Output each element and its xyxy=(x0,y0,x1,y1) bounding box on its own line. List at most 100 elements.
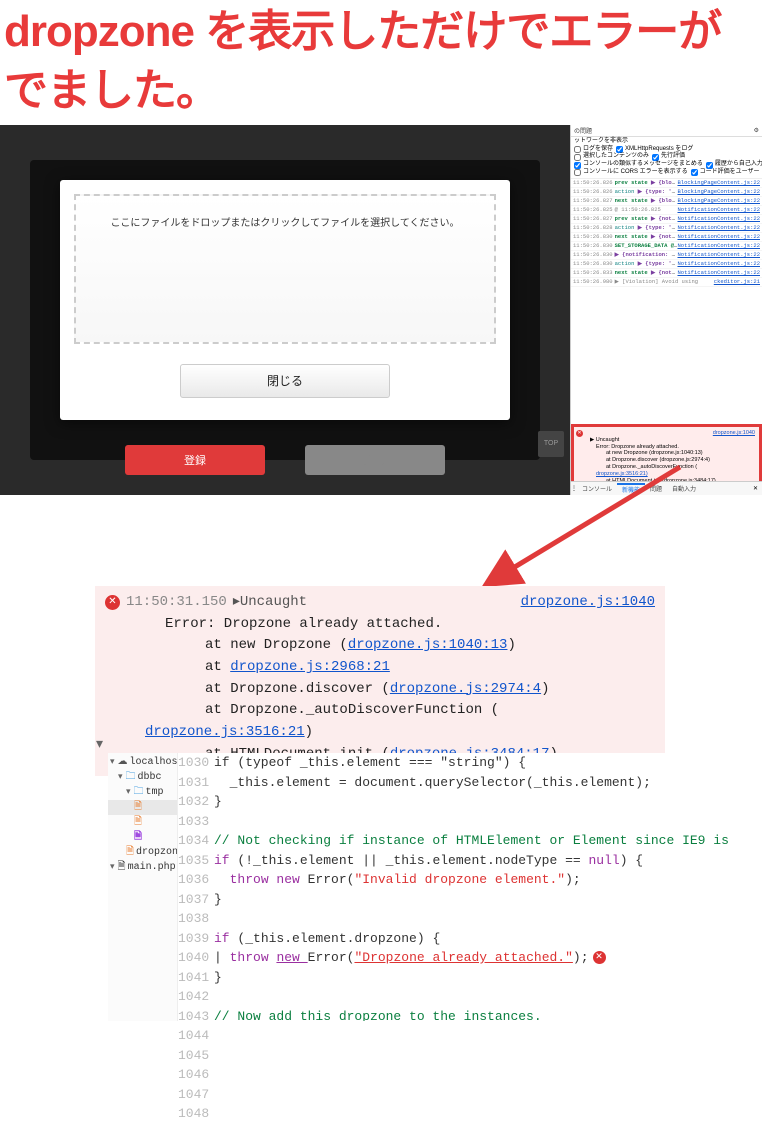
selected-only-label: 選択したコンテンツのみ xyxy=(583,153,649,161)
line-number: 1032 xyxy=(178,792,208,812)
tab-autofill[interactable]: 自動入力 xyxy=(667,484,701,493)
log-entry: 11:50:26.830action ▶ {type: 'SET_STORAGE… xyxy=(571,260,762,269)
line-number: 1030 xyxy=(178,753,208,773)
line-number: 1038 xyxy=(178,909,208,929)
tree-node[interactable]: dbbc xyxy=(108,770,177,785)
log-entry: 11:50:26.833next state ▶ {notification: … xyxy=(571,269,762,278)
err-l5[interactable]: dropzone.js:3516:21) xyxy=(596,471,648,477)
line-gutter: 1030103110321033103410351036103710381039… xyxy=(178,753,214,1021)
line-number: 1031 xyxy=(178,773,208,793)
bottom-buttons: 登録 戻る xyxy=(125,445,445,475)
code-line: if (_this.element.dropzone) { xyxy=(214,929,762,949)
tree-node[interactable]: localhost xyxy=(108,755,177,770)
app-screenshot: ここにファイルをドロップまたはクリックしてファイルを選択してください。 閉じる … xyxy=(0,125,762,495)
code-line: if (typeof _this.element === "string") { xyxy=(214,753,762,773)
log-entry: 11:50:26.827prev state ▶ {notification: … xyxy=(571,215,762,224)
err-zoom-l4b[interactable]: dropzone.js:2974:4 xyxy=(390,681,541,697)
app-window: ここにファイルをドロップまたはクリックしてファイルを選択してください。 閉じる … xyxy=(0,125,570,495)
console-log[interactable]: 11:50:26.826prev state ▶ {blocking: fals… xyxy=(571,178,762,424)
user-action-label: コード評価をユーザー アクションとして扱わない xyxy=(700,169,762,177)
back-button[interactable]: 戻る xyxy=(305,445,445,475)
tab-issues[interactable]: 問題 xyxy=(645,484,667,493)
err-zoom-l3b[interactable]: dropzone.js:2968:21 xyxy=(230,659,390,675)
error-source-link[interactable]: dropzone.js:1040 xyxy=(521,592,655,614)
tree-node[interactable]: tmp xyxy=(108,785,177,800)
log-entry: 11:50:26.826action ▶ {type: 'SET_STORAGE… xyxy=(571,188,762,197)
line-number: 1045 xyxy=(178,1046,208,1066)
preserve-log-checkbox[interactable] xyxy=(574,146,581,153)
err-zoom-l6a[interactable]: dropzone.js:3516:21 xyxy=(145,724,305,740)
code-line: _this.element = document.querySelector(_… xyxy=(214,773,762,793)
gear-icon[interactable]: ⚙ xyxy=(754,127,759,134)
error-icon: ✕ xyxy=(576,430,583,437)
line-number: 1040 xyxy=(178,948,208,968)
cors-label: コンソールに CORS エラーを表示する xyxy=(583,169,688,177)
code-line: | throw new Error("Dropzone already atta… xyxy=(214,948,762,968)
line-number: 1041 xyxy=(178,968,208,988)
issues-label: の問題 xyxy=(574,126,592,135)
line-number: 1048 xyxy=(178,1104,208,1124)
network-hide-label: ットワークを非表示 xyxy=(574,138,628,146)
code-view[interactable]: if (typeof _this.element === "string") {… xyxy=(214,753,762,1021)
log-entry: 11:50:26.826prev state ▶ {blocking: fals… xyxy=(571,179,762,188)
tree-node[interactable] xyxy=(108,830,177,845)
line-number: 1042 xyxy=(178,987,208,1007)
file-tree[interactable]: localhostdbbctmp dropzonemain.php xyxy=(108,753,178,1021)
tab-console[interactable]: コンソール xyxy=(577,484,617,493)
close-button[interactable]: 閉じる xyxy=(180,364,390,398)
err-zoom-l4a: at Dropzone.discover ( xyxy=(205,681,390,697)
line-number: 1046 xyxy=(178,1065,208,1085)
expand-triangle-icon[interactable]: ▾ xyxy=(96,735,103,752)
console-filters: ットワークを非表示 ログを保存 XMLHttpRequests をログ 選択した… xyxy=(571,137,762,178)
err-zoom-l4c: ) xyxy=(541,681,549,697)
err-zoom-l5: at Dropzone._autoDiscoverFunction ( xyxy=(205,702,499,718)
err-zoom-l3a: at xyxy=(205,659,230,675)
code-line xyxy=(214,987,762,1007)
history-checkbox[interactable] xyxy=(706,162,713,169)
group-checkbox[interactable] xyxy=(574,162,581,169)
line-number: 1035 xyxy=(178,851,208,871)
dropzone-label: ここにファイルをドロップまたはクリックしてファイルを選択してください。 xyxy=(76,196,494,229)
cors-checkbox[interactable] xyxy=(574,169,581,176)
selected-only-checkbox[interactable] xyxy=(574,154,581,161)
err-l2: at new Dropzone (dropzone.js:1040:13) xyxy=(578,450,755,457)
err-zoom-l2b[interactable]: dropzone.js:1040:13 xyxy=(348,637,508,653)
early-eval-checkbox[interactable] xyxy=(652,154,659,161)
tree-node[interactable]: main.php xyxy=(108,860,177,875)
line-number: 1034 xyxy=(178,831,208,851)
tree-node[interactable] xyxy=(108,800,177,815)
upload-dialog: ここにファイルをドロップまたはクリックしてファイルを選択してください。 閉じる xyxy=(60,180,510,420)
err-zoom-l2c: ) xyxy=(507,637,515,653)
line-number: 1036 xyxy=(178,870,208,890)
sources-panel: localhostdbbctmpdropzonemain.php 1030103… xyxy=(108,753,762,1021)
code-line xyxy=(214,909,762,929)
annotation-headline: dropzone を表示しただけでエラーがでました。 xyxy=(0,0,762,121)
line-number: 1044 xyxy=(178,1026,208,1046)
log-entry: 11:50:26.825@ 11:50:26.825 NotificationC… xyxy=(571,206,762,215)
code-line: throw new Error("Invalid dropzone elemen… xyxy=(214,870,762,890)
line-number: 1037 xyxy=(178,890,208,910)
error-marker-icon: ✕ xyxy=(593,951,606,964)
error-source-link[interactable]: dropzone.js:1040 xyxy=(713,430,755,436)
xhr-checkbox[interactable] xyxy=(616,146,623,153)
log-entry: 11:50:26.830 ▶ {notification: false, loc… xyxy=(571,251,762,260)
log-entry: 11:50:26.980▶ [Violation] Avoid using ck… xyxy=(571,278,762,287)
code-line: } xyxy=(214,890,762,910)
history-label: 履歴から自己入力 xyxy=(715,161,762,169)
code-line: // Now add this dropzone to the instance… xyxy=(214,1007,762,1022)
tab-new[interactable]: 新機能 xyxy=(617,483,645,494)
code-line: // Not checking if instance of HTMLEleme… xyxy=(214,831,762,851)
devtools-tabs: ⋮ コンソール 新機能 問題 自動入力 ✕ xyxy=(571,481,762,495)
tree-node[interactable] xyxy=(108,815,177,830)
err-zoom-l2a: at new Dropzone ( xyxy=(205,637,348,653)
group-label: コンソールの類似するメッセージをまとめる xyxy=(583,161,703,169)
user-action-checkbox[interactable] xyxy=(691,169,698,176)
tree-node[interactable]: dropzone xyxy=(108,845,177,860)
line-number: 1039 xyxy=(178,929,208,949)
close-icon[interactable]: ✕ xyxy=(753,485,762,492)
dropzone-area[interactable]: ここにファイルをドロップまたはクリックしてファイルを選択してください。 xyxy=(74,194,496,344)
err-l3: at Dropzone.discover (dropzone.js:2974:4… xyxy=(578,457,755,464)
register-button[interactable]: 登録 xyxy=(125,445,265,475)
scroll-top-button[interactable]: TOP xyxy=(538,431,564,457)
err-l0: ▶ Uncaught xyxy=(578,437,755,444)
